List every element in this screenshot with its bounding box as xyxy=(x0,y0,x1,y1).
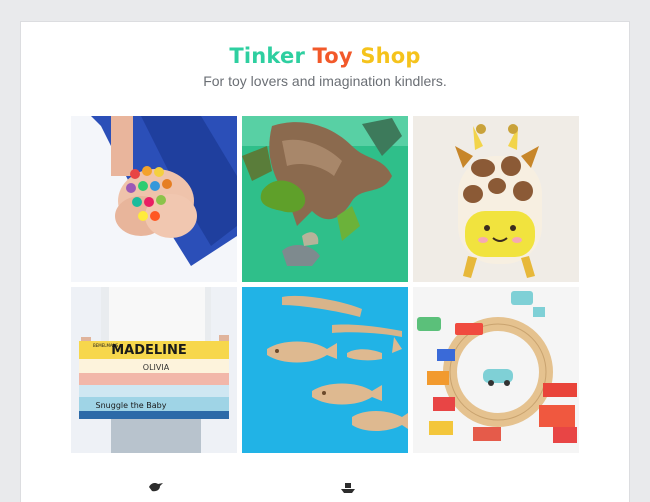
site-tagline: For toy lovers and imagination kindlers. xyxy=(203,73,447,89)
title-word-shop: Shop xyxy=(360,44,421,68)
title-word-toy: Toy xyxy=(312,44,353,68)
gallery-image-pencils[interactable] xyxy=(71,116,237,282)
gallery-image-books[interactable]: MADELINE OLIVIA Snuggle the Baby BEMELMA… xyxy=(71,287,237,453)
book-author-bemelmans: BEMELMANS xyxy=(93,343,119,348)
bird-icon xyxy=(147,479,165,495)
boat-icon xyxy=(339,479,357,495)
gallery-image-wooden-fish[interactable] xyxy=(242,287,408,453)
shop-page: Tinker Toy Shop For toy lovers and imagi… xyxy=(21,22,629,502)
title-word-tinker: Tinker xyxy=(229,44,306,68)
gallery-image-dinosaurs[interactable] xyxy=(242,116,408,282)
gallery-image-wooden-train[interactable] xyxy=(413,287,579,453)
gallery-image-giraffe-backpack[interactable] xyxy=(413,116,579,282)
book-title-snuggle: Snuggle the Baby xyxy=(96,401,167,410)
book-title-olivia: OLIVIA xyxy=(143,363,170,372)
book-title-madeline: MADELINE xyxy=(111,343,187,358)
site-title[interactable]: Tinker Toy Shop xyxy=(21,43,629,69)
